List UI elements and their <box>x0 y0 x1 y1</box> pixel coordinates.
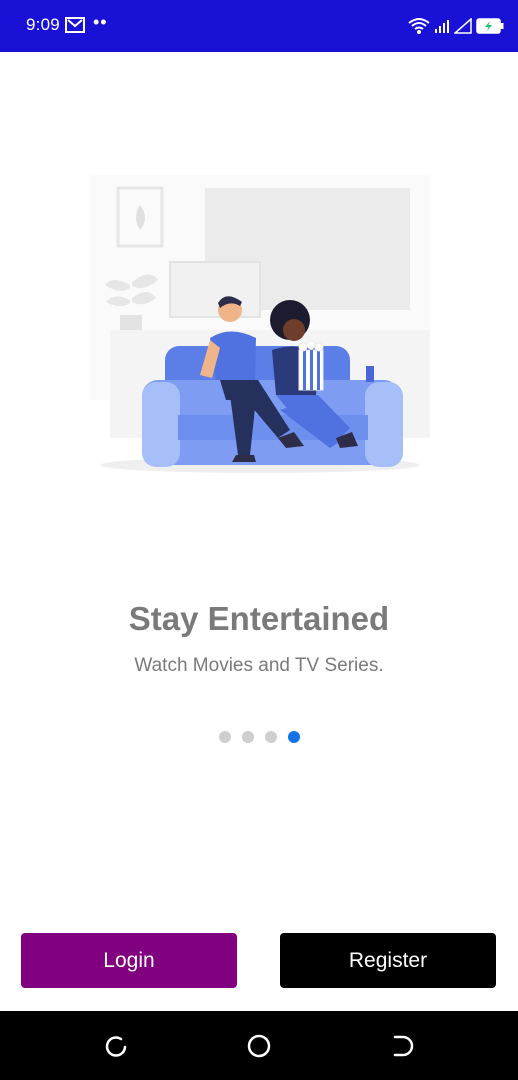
recent-apps-icon[interactable] <box>103 1033 129 1059</box>
back-icon[interactable] <box>389 1033 415 1059</box>
page-dot[interactable] <box>218 731 231 743</box>
login-button[interactable]: Login <box>21 933 237 988</box>
signal-icon <box>435 20 449 33</box>
couple-watching-tv-illustration <box>90 175 430 473</box>
onboarding-title: Stay Entertained <box>128 600 390 637</box>
register-button[interactable]: Register <box>280 933 496 988</box>
onboarding-subtitle: Watch Movies and TV Series. <box>134 655 384 676</box>
page-dot-active[interactable] <box>287 731 300 743</box>
status-icons <box>408 14 504 38</box>
wifi-icon <box>408 18 430 34</box>
battery-charging-icon <box>476 18 504 34</box>
notification-dots: •• <box>93 12 108 32</box>
home-icon[interactable] <box>246 1033 272 1059</box>
status-time: 9:09 <box>26 15 60 34</box>
status-bar: 9:09 •• <box>0 0 518 52</box>
page-dot[interactable] <box>241 731 254 743</box>
navigation-bar <box>0 1011 518 1080</box>
gmail-notification-icon <box>65 17 85 33</box>
page-dot[interactable] <box>264 731 277 743</box>
signal-empty-icon <box>454 18 472 34</box>
page-indicator <box>0 731 518 743</box>
